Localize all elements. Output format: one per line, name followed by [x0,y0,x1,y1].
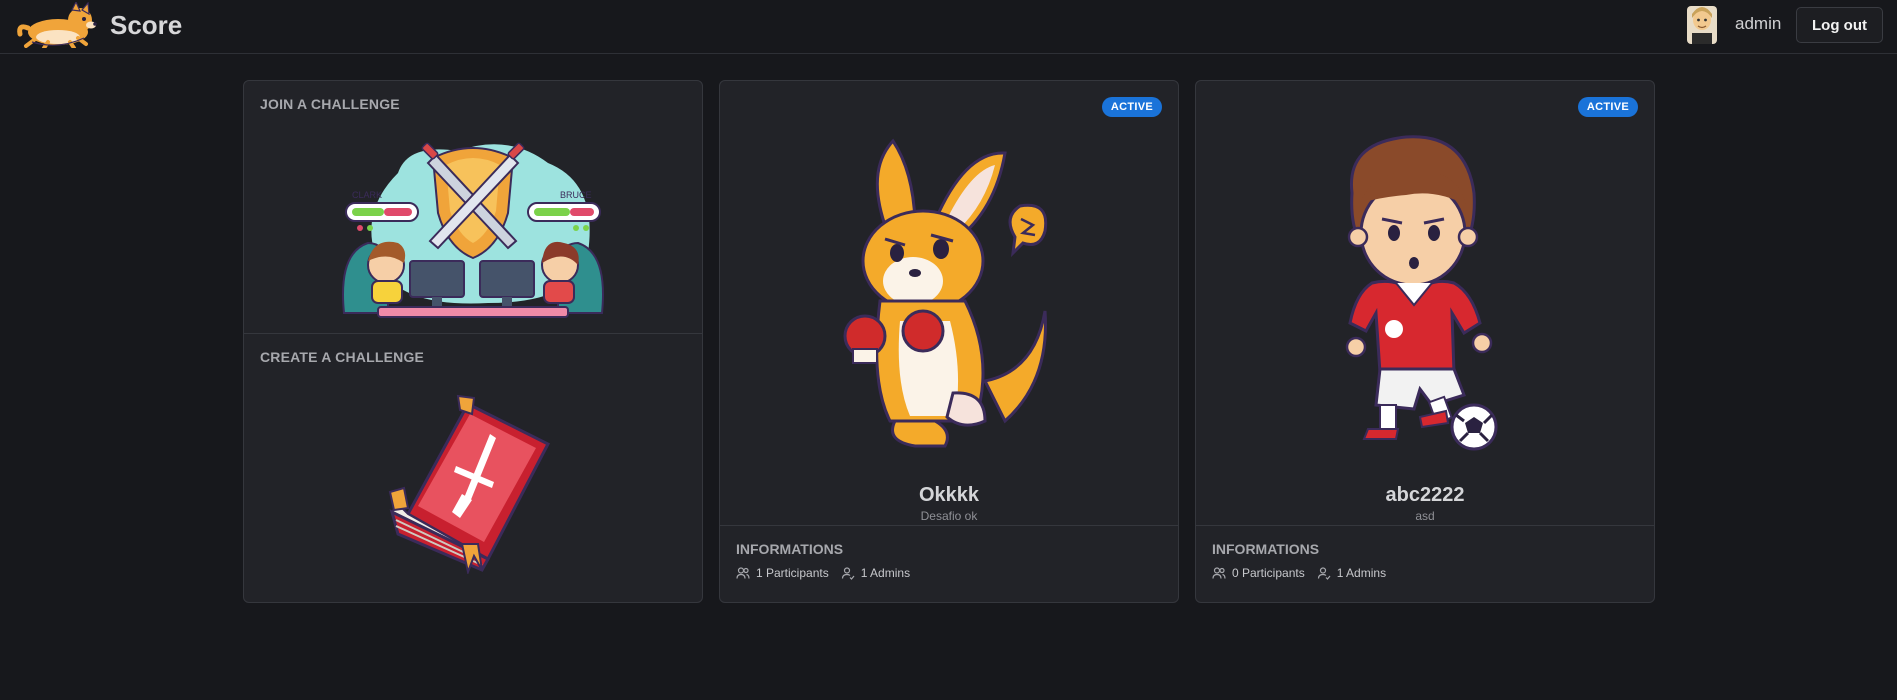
participants-stat: 0 Participants [1212,566,1305,580]
player-label-clark: CLARK [352,190,382,200]
top-navbar: Score admin Log out [0,0,1897,54]
challenge-stats: 0 Participants 1 Admins [1212,566,1398,580]
brand-title[interactable]: Score [110,10,182,41]
gaming-battle-illustration: CLARK BRUCE [342,142,604,318]
user-check-icon [841,567,855,580]
user-check-icon [1317,567,1331,580]
user-avatar[interactable] [1687,6,1717,44]
card-divider [720,525,1178,526]
create-challenge-title: CREATE A CHALLENGE [260,349,425,365]
logout-button[interactable]: Log out [1796,7,1883,43]
red-book-sword-illustration [388,394,551,574]
username-label: admin [1735,14,1782,33]
status-badge: ACTIVE [1101,97,1162,117]
challenge-name[interactable]: Okkkk [720,484,1178,507]
participants-count: 0 Participants [1232,566,1305,580]
users-icon [1212,567,1226,579]
challenge-name[interactable]: abc2222 [1196,484,1654,507]
participants-count: 1 Participants [756,566,829,580]
join-create-card: JOIN A CHALLENGE CLARK BRUCE CREATE A CH… [243,80,703,603]
challenge-card[interactable]: ACTIVE Okkkk Desafio ok INFORMATIONS 1 P… [719,80,1179,603]
challenge-description: asd [1415,509,1435,523]
status-badge: ACTIVE [1577,97,1638,117]
player-label-bruce: BRUCE [560,190,592,200]
informations-title: INFORMATIONS [1212,541,1320,557]
join-challenge-section[interactable]: JOIN A CHALLENGE CLARK BRUCE [244,81,702,333]
admins-count: 1 Admins [1336,566,1387,580]
card-divider [1196,525,1654,526]
boxing-kangaroo-illustration [843,138,1048,448]
admins-stat: 1 Admins [1317,566,1386,580]
challenge-description: Desafio ok [920,509,978,523]
challenge-card[interactable]: ACTIVE abc2222 asd INFORMATIONS 0 Partic… [1195,80,1655,603]
admins-count: 1 Admins [860,566,911,580]
participants-stat: 1 Participants [736,566,829,580]
join-challenge-title: JOIN A CHALLENGE [260,96,400,112]
users-icon [736,567,750,579]
soccer-boy-illustration [1345,135,1498,451]
corgi-logo-icon[interactable] [14,2,100,48]
admins-stat: 1 Admins [841,566,910,580]
challenge-stats: 1 Participants 1 Admins [736,566,922,580]
informations-title: INFORMATIONS [736,541,844,557]
create-challenge-section[interactable]: CREATE A CHALLENGE [244,334,702,602]
